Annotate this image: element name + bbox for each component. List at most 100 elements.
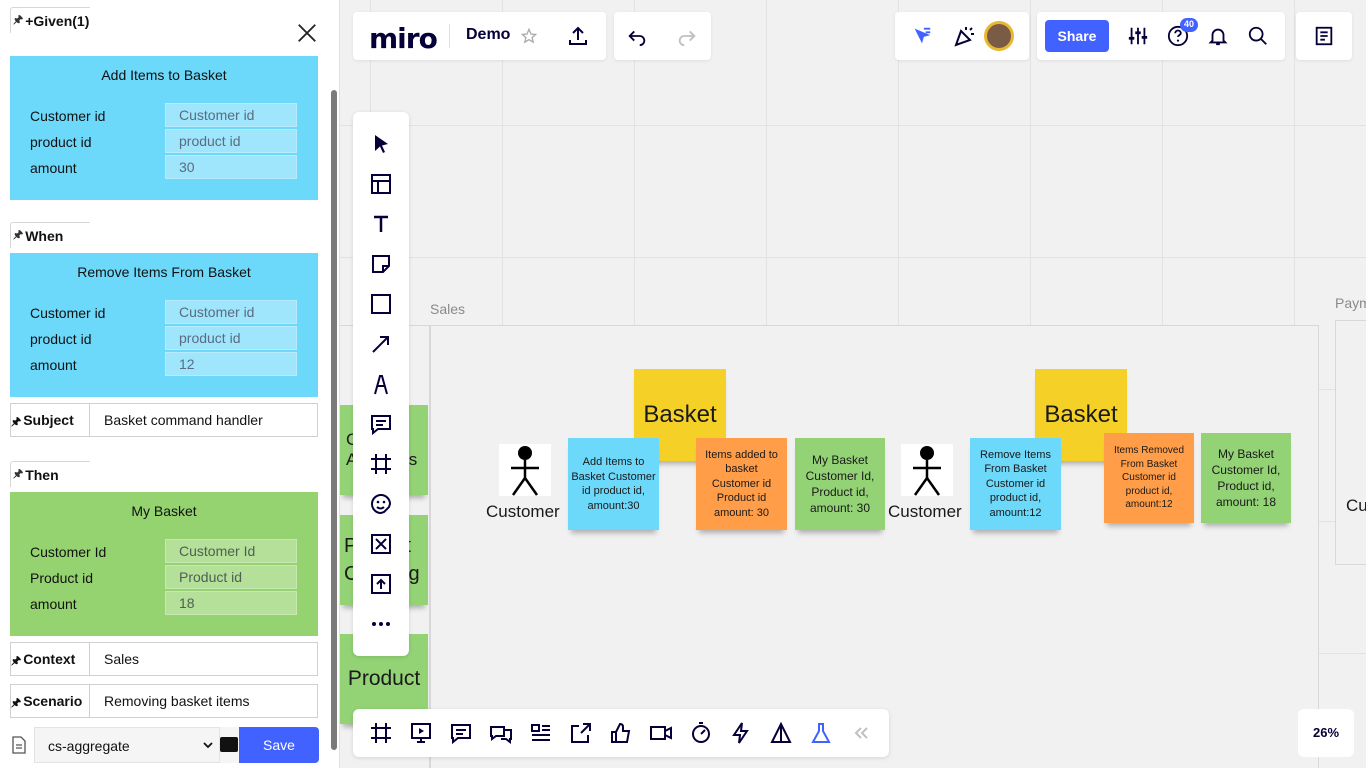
section-then[interactable]: 🖈 Then <box>10 461 90 487</box>
presentation-icon[interactable] <box>409 721 433 745</box>
notes-bar <box>1296 12 1352 60</box>
sticky-my-basket-1[interactable]: My Basket Customer Id, Product id, amoun… <box>795 438 885 530</box>
templates-icon[interactable] <box>369 172 393 196</box>
cards-icon[interactable] <box>529 721 553 745</box>
customer-id-input[interactable]: Customer Id <box>165 539 297 563</box>
section-given[interactable]: 🖈 +Given(1) <box>10 7 90 33</box>
voting-thumbs-up-icon[interactable] <box>609 721 633 745</box>
actor-customer-1[interactable] <box>499 444 551 496</box>
field-amount: amount 18 <box>30 591 298 615</box>
aggregate-select[interactable]: cs-aggregate <box>34 727 220 763</box>
stick-figure-icon <box>511 446 539 496</box>
field-amount: amount 12 <box>30 352 298 376</box>
pin-icon: 🖈 <box>11 697 22 709</box>
shape-icon[interactable] <box>369 292 393 316</box>
upload-icon[interactable] <box>566 24 590 48</box>
actor-label-2: Customer <box>888 502 962 521</box>
zoom-level[interactable]: 26% <box>1298 709 1354 757</box>
sticky-my-basket-2[interactable]: My Basket Customer Id, Product id, amoun… <box>1201 433 1291 523</box>
frames-icon[interactable] <box>369 721 393 745</box>
pin-icon: 🖈 <box>11 655 22 667</box>
share-button[interactable]: Share <box>1045 20 1109 52</box>
scenario-row: 🖈 Scenario Removing basket items <box>10 684 318 718</box>
board-canvas[interactable]: CerAes PctCg Product Sales Paym Cu Custo… <box>340 0 1366 768</box>
chevron-down-icon <box>203 742 213 749</box>
divider <box>449 24 450 48</box>
frame-label-sales: Sales <box>430 301 466 317</box>
card-title: My Basket <box>131 503 197 519</box>
cursor-tracking-icon[interactable] <box>911 25 933 47</box>
miro-logo[interactable]: miro <box>369 22 438 55</box>
comment-icon[interactable] <box>369 412 393 436</box>
amount-input[interactable]: 12 <box>165 352 297 376</box>
redo-icon[interactable] <box>676 25 698 47</box>
notes-list-icon[interactable] <box>1313 25 1335 47</box>
user-avatar[interactable] <box>984 21 1014 51</box>
product-id-input[interactable]: product id <box>165 129 297 153</box>
collapse-chevrons-icon[interactable] <box>849 721 873 745</box>
board-name[interactable]: Demo <box>466 26 510 44</box>
bell-icon[interactable] <box>1207 25 1229 47</box>
sticky-remove-items[interactable]: Remove Items From Basket Customer id pro… <box>970 438 1061 530</box>
sticky-add-items[interactable]: Add Items to Basket Customer id product … <box>568 438 659 530</box>
customer-id-input[interactable]: Customer id <box>165 103 297 127</box>
field-customer-id: Customer id Customer id <box>30 300 298 324</box>
emoji-sticker-icon[interactable] <box>369 492 393 516</box>
amount-input[interactable]: 18 <box>165 591 297 615</box>
frame-payments[interactable] <box>1335 320 1366 565</box>
pin-icon: 🖈 <box>13 468 24 480</box>
customer-id-input[interactable]: Customer id <box>165 300 297 324</box>
code-icon[interactable] <box>220 727 239 763</box>
timer-icon[interactable] <box>689 721 713 745</box>
sticky-note-icon[interactable] <box>369 252 393 276</box>
pen-icon[interactable] <box>369 372 393 396</box>
field-product-id: product id product id <box>30 129 298 153</box>
notifications-badge: 40 <box>1180 18 1198 32</box>
product-id-input[interactable]: product id <box>165 326 297 350</box>
frame-label-payments: Paym <box>1335 295 1366 311</box>
context-input[interactable]: Sales <box>89 643 318 675</box>
product-id-input[interactable]: Product id <box>165 565 297 589</box>
star-icon[interactable] <box>521 28 537 44</box>
sticky-items-added[interactable]: Items added to basket Customer id Produc… <box>696 438 787 530</box>
pin-icon: 🖈 <box>13 14 24 26</box>
crop-x-icon[interactable] <box>369 532 393 556</box>
search-icon[interactable] <box>1247 25 1269 47</box>
tent-icon[interactable] <box>769 721 793 745</box>
subject-input[interactable]: Basket command handler <box>89 404 318 436</box>
scenario-input[interactable]: Removing basket items <box>89 685 318 717</box>
more-dots-icon[interactable] <box>369 612 393 636</box>
text-icon[interactable] <box>369 212 393 236</box>
video-icon[interactable] <box>649 721 673 745</box>
frame-icon[interactable] <box>369 452 393 476</box>
chat-icon[interactable] <box>489 721 513 745</box>
section-when[interactable]: 🖈 When <box>10 222 90 248</box>
upload-file-icon[interactable] <box>369 572 393 596</box>
comments-icon[interactable] <box>449 721 473 745</box>
context-label: Context <box>23 651 76 667</box>
arrow-connector-icon[interactable] <box>369 332 393 356</box>
share-screen-icon[interactable] <box>569 721 593 745</box>
select-cursor-icon[interactable] <box>369 132 393 156</box>
actor-customer-2[interactable] <box>901 444 953 496</box>
actions-bar: Share 40 <box>1037 12 1285 60</box>
subject-label: Subject <box>23 412 74 428</box>
settings-sliders-icon[interactable] <box>1127 25 1149 47</box>
panel-scrollbar[interactable] <box>331 90 337 750</box>
sticky-items-removed[interactable]: Items Removed From Basket Customer id pr… <box>1104 433 1194 523</box>
lightning-icon[interactable] <box>729 721 753 745</box>
close-icon[interactable] <box>296 22 318 44</box>
document-icon[interactable] <box>12 736 26 754</box>
pin-icon: 🖈 <box>11 416 22 428</box>
given-card: Add Items to Basket Customer id Customer … <box>10 56 318 200</box>
amount-input[interactable]: 30 <box>165 155 297 179</box>
field-product-id: product id product id <box>30 326 298 350</box>
frame-sales[interactable] <box>430 325 1319 768</box>
save-button[interactable]: Save <box>239 727 319 763</box>
board-title-bar: miro Demo <box>353 12 606 60</box>
flask-icon[interactable] <box>809 721 833 745</box>
celebrate-icon[interactable] <box>952 24 976 48</box>
field-amount: amount 30 <box>30 155 298 179</box>
undo-icon[interactable] <box>626 25 648 47</box>
partial-actor-label: Cu <box>1346 496 1366 515</box>
